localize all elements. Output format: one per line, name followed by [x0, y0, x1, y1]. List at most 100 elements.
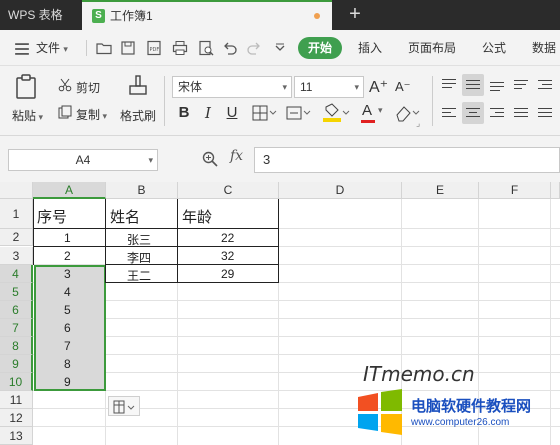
document-title: 工作簿1: [110, 9, 153, 23]
undo-icon[interactable]: [222, 40, 238, 56]
print-preview-icon[interactable]: [198, 40, 214, 56]
windows-logo-icon: [358, 389, 402, 435]
spreadsheet-icon: S: [92, 9, 105, 23]
cut-button[interactable]: 剪切: [76, 79, 100, 96]
cell-a7[interactable]: 6: [64, 321, 71, 335]
fill-color-icon[interactable]: [322, 103, 350, 123]
copy-button[interactable]: 复制 ▾: [76, 106, 107, 123]
font-name-select[interactable]: 宋体 ▾: [172, 76, 292, 98]
new-tab-button[interactable]: +: [340, 0, 370, 30]
tab-page-layout[interactable]: 页面布局: [408, 30, 456, 66]
table-border: [33, 199, 34, 265]
font-size-select[interactable]: 11 ▾: [294, 76, 364, 98]
cell-a4[interactable]: 3: [64, 267, 71, 281]
save-icon[interactable]: [120, 40, 136, 56]
auto-fill-options-button[interactable]: [108, 396, 140, 416]
zoom-search-icon[interactable]: [202, 151, 218, 167]
align-middle-button[interactable]: [462, 74, 484, 96]
justify-button[interactable]: [510, 102, 532, 124]
cell-c3[interactable]: 32: [221, 249, 234, 263]
row-header-9[interactable]: 9: [0, 355, 33, 373]
logo-title: 电脑软硬件教程网: [411, 398, 532, 415]
row-header-8[interactable]: 8: [0, 337, 33, 355]
paste-icon[interactable]: [14, 74, 38, 100]
column-header-a[interactable]: A: [33, 182, 106, 199]
distributed-button[interactable]: [534, 102, 556, 124]
wrap-text-button[interactable]: [510, 74, 532, 96]
paste-button[interactable]: 粘贴 ▾: [12, 107, 43, 124]
column-header-c[interactable]: C: [178, 182, 279, 199]
align-bottom-button[interactable]: [486, 74, 508, 96]
open-folder-icon[interactable]: [96, 40, 112, 56]
export-pdf-icon[interactable]: PDF: [146, 40, 162, 56]
borders-icon[interactable]: [252, 105, 278, 121]
underline-button[interactable]: U: [222, 103, 242, 123]
select-all-corner[interactable]: [0, 182, 33, 199]
decrease-font-button[interactable]: A⁻: [395, 79, 411, 95]
svg-text:PDF: PDF: [150, 47, 160, 53]
cell-a9[interactable]: 8: [64, 357, 71, 371]
row-header-12[interactable]: 12: [0, 409, 33, 427]
align-left-button[interactable]: [438, 102, 460, 124]
cell-c2[interactable]: 22: [221, 231, 234, 245]
cell-a6[interactable]: 5: [64, 303, 71, 317]
customize-dropdown-icon[interactable]: [272, 40, 288, 56]
cell-a8[interactable]: 7: [64, 339, 71, 353]
font-settings-launcher-icon[interactable]: ⌟: [416, 118, 420, 129]
cell-a3[interactable]: 2: [64, 249, 71, 263]
column-header-d[interactable]: D: [279, 182, 402, 199]
watermark-text: ITmemo.cn: [363, 362, 475, 386]
cell-b4[interactable]: 王二: [127, 267, 151, 284]
file-menu-label: 文件: [36, 41, 61, 55]
document-tab[interactable]: S 工作簿1: [82, 0, 332, 30]
increase-font-button[interactable]: A⁺: [369, 77, 388, 97]
formula-input[interactable]: 3: [254, 147, 560, 173]
column-header-g[interactable]: [551, 182, 560, 199]
merge-cells-icon[interactable]: [286, 105, 312, 121]
cell-a1[interactable]: 序号: [37, 206, 67, 227]
cell-c4[interactable]: 29: [221, 267, 234, 281]
column-header-e[interactable]: E: [402, 182, 479, 199]
tab-insert[interactable]: 插入: [358, 30, 382, 66]
row-header-11[interactable]: 11: [0, 391, 33, 409]
row-header-3[interactable]: 3: [0, 247, 33, 265]
cell-c1[interactable]: 年龄: [182, 206, 212, 227]
row-header-1[interactable]: 1: [0, 199, 33, 229]
indent-button[interactable]: [534, 74, 556, 96]
gridline: [33, 354, 560, 355]
unsaved-dot-icon: [314, 13, 320, 19]
tab-data[interactable]: 数据: [532, 30, 556, 66]
print-icon[interactable]: [172, 40, 188, 56]
row-header-10[interactable]: 10: [0, 373, 33, 391]
file-menu[interactable]: 文件 ▾: [36, 30, 68, 66]
bold-button[interactable]: B: [174, 103, 194, 123]
cell-b1[interactable]: 姓名: [110, 206, 140, 227]
cell-a2[interactable]: 1: [64, 231, 71, 245]
font-color-button[interactable]: A ▾: [360, 102, 388, 124]
cell-b3[interactable]: 李四: [127, 249, 151, 266]
row-header-2[interactable]: 2: [0, 229, 33, 246]
row-header-5[interactable]: 5: [0, 283, 33, 301]
format-painter-button[interactable]: 格式刷: [120, 107, 156, 124]
font-color-letter: A: [362, 102, 373, 119]
align-top-button[interactable]: [438, 74, 460, 96]
tab-home[interactable]: 开始: [298, 37, 343, 59]
align-center-button[interactable]: [462, 102, 484, 124]
column-header-f[interactable]: F: [479, 182, 551, 199]
row-header-4[interactable]: 4: [0, 265, 33, 283]
insert-function-button[interactable]: fx: [230, 148, 243, 164]
tab-formulas[interactable]: 公式: [482, 30, 506, 66]
italic-button[interactable]: I: [198, 103, 218, 123]
app-tab[interactable]: WPS 表格: [0, 0, 80, 30]
row-header-7[interactable]: 7: [0, 319, 33, 337]
cell-a10[interactable]: 9: [64, 375, 71, 389]
row-header-13[interactable]: 13: [0, 427, 33, 445]
hamburger-icon[interactable]: [14, 41, 30, 57]
column-header-b[interactable]: B: [106, 182, 178, 199]
cell-b2[interactable]: 张三: [127, 231, 151, 248]
align-right-button[interactable]: [486, 102, 508, 124]
row-header-6[interactable]: 6: [0, 301, 33, 319]
name-box[interactable]: A4 ▾: [8, 149, 158, 171]
cell-a5[interactable]: 4: [64, 285, 71, 299]
redo-icon[interactable]: [246, 40, 262, 56]
